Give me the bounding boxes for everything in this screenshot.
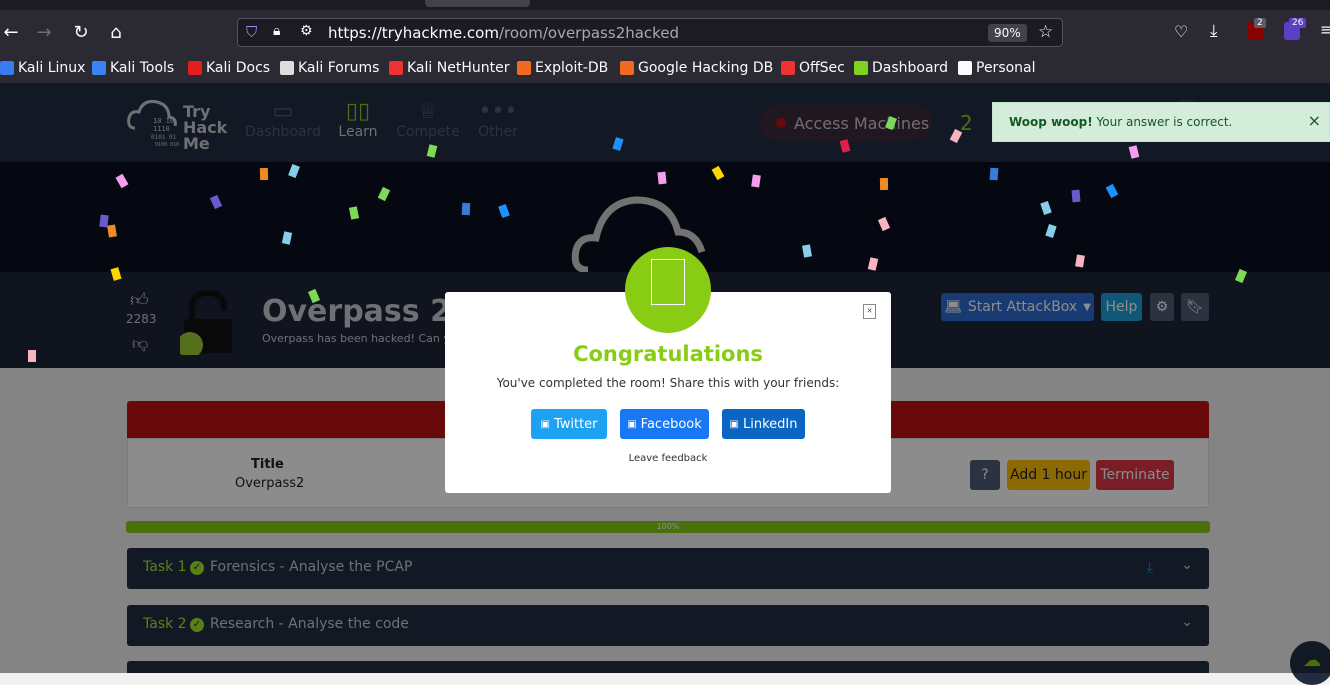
dashboard-icon bbox=[854, 61, 868, 75]
confetti-piece bbox=[107, 224, 117, 238]
back-icon[interactable]: ← bbox=[0, 22, 22, 44]
trophy-badge bbox=[625, 247, 711, 333]
reload-icon[interactable]: ↻ bbox=[70, 22, 92, 44]
ghdb-icon bbox=[620, 61, 634, 75]
nethunter-icon bbox=[389, 61, 403, 75]
confetti-piece bbox=[461, 202, 471, 216]
offsec-icon bbox=[781, 61, 795, 75]
active-tab[interactable] bbox=[425, 0, 530, 7]
bookmark-offsec[interactable]: OffSec bbox=[781, 58, 845, 78]
twitter-icon: ▣ bbox=[540, 418, 550, 430]
leave-feedback-link[interactable]: Leave feedback bbox=[445, 453, 891, 464]
badge-image-icon bbox=[651, 259, 685, 305]
extension-count: 26 bbox=[1289, 18, 1307, 28]
bookmark-kali-tools[interactable]: Kali Tools bbox=[92, 58, 174, 78]
modal-heading: Congratulations bbox=[573, 342, 763, 366]
exploitdb-icon bbox=[517, 61, 531, 75]
toast-message: Woop woop! Your answer is correct. bbox=[1009, 115, 1233, 129]
menu-icon[interactable]: ≡ bbox=[1320, 20, 1330, 39]
bookmark-personal[interactable]: Personal bbox=[958, 58, 1036, 78]
confetti-piece bbox=[751, 174, 761, 188]
bookmark-dashboard[interactable]: Dashboard bbox=[854, 58, 948, 78]
bookmark-google-hacking-db[interactable]: Google Hacking DB bbox=[620, 58, 773, 78]
zoom-level[interactable]: 90% bbox=[988, 24, 1027, 42]
confetti-piece bbox=[989, 167, 999, 181]
bookmark-exploit-db[interactable]: Exploit-DB bbox=[517, 58, 608, 78]
bookmark-kali-linux[interactable]: Kali Linux bbox=[0, 58, 85, 78]
kali-docs-icon bbox=[188, 61, 202, 75]
bookmark-kali-docs[interactable]: Kali Docs bbox=[188, 58, 270, 78]
forward-icon[interactable]: → bbox=[33, 22, 55, 44]
success-toast: Woop woop! Your answer is correct. × bbox=[992, 102, 1330, 142]
confetti-piece bbox=[259, 167, 269, 181]
modal-message: You've completed the room! Share this wi… bbox=[496, 376, 840, 390]
confetti-piece bbox=[657, 171, 667, 185]
kali-icon bbox=[0, 61, 14, 75]
bookmark-kali-forums[interactable]: Kali Forums bbox=[280, 58, 379, 78]
facebook-share-button[interactable]: ▣ Facebook bbox=[620, 409, 709, 439]
browser-chrome: ← → ↻ ⌂ ⛉ 🔒︎ ⚙ https://tryhackme.com/roo… bbox=[0, 0, 1330, 83]
home-icon[interactable]: ⌂ bbox=[105, 22, 127, 44]
confetti-piece bbox=[1071, 189, 1081, 203]
tab-strip bbox=[0, 0, 1330, 10]
ublock-count: 2 bbox=[1254, 18, 1266, 28]
linkedin-icon: ▣ bbox=[729, 418, 739, 430]
kali-tools-icon bbox=[92, 61, 106, 75]
bookmark-kali-nethunter[interactable]: Kali NetHunter bbox=[389, 58, 509, 78]
lock-icon[interactable]: 🔒︎ bbox=[273, 23, 280, 39]
kali-forums-icon bbox=[280, 61, 294, 75]
folder-icon bbox=[958, 61, 972, 75]
star-icon[interactable]: ☆ bbox=[1038, 22, 1053, 42]
download-icon[interactable]: ⤓ bbox=[1210, 21, 1218, 41]
shield-icon[interactable]: ⛉ bbox=[246, 23, 257, 41]
linkedin-share-button[interactable]: ▣ LinkedIn bbox=[722, 409, 805, 439]
facebook-icon: ▣ bbox=[627, 418, 637, 430]
pocket-icon[interactable]: ♡ bbox=[1174, 22, 1188, 41]
url-bar[interactable]: ⛉ 🔒︎ ⚙ https://tryhackme.com/room/overpa… bbox=[237, 18, 1063, 47]
confetti-piece bbox=[879, 177, 889, 191]
url-text[interactable]: https://tryhackme.com/room/overpass2hack… bbox=[328, 24, 679, 42]
twitter-share-button[interactable]: ▣ Twitter bbox=[531, 409, 607, 439]
permissions-icon[interactable]: ⚙ bbox=[300, 23, 313, 39]
toast-close-button[interactable]: × bbox=[1308, 111, 1321, 130]
close-icon[interactable]: ✕ bbox=[863, 304, 876, 319]
confetti-piece bbox=[28, 350, 36, 362]
